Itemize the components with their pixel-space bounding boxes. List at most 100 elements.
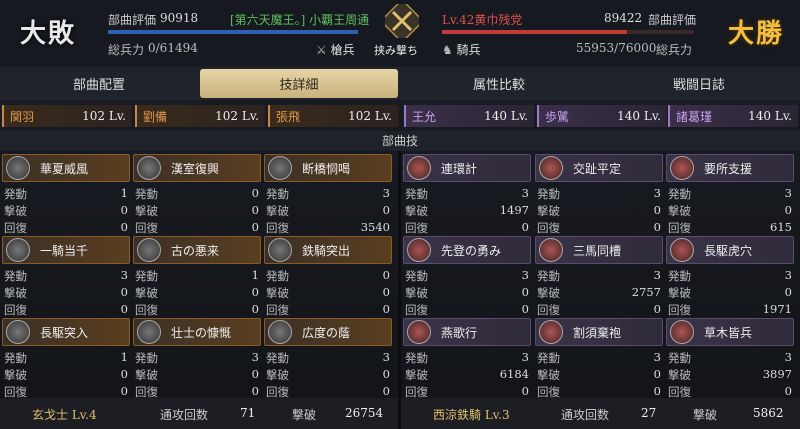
skill-card-left-1[interactable]: 華夏威風 発動 1 撃破 0 回復 0	[2, 154, 130, 235]
skill-title: 広度の蔭	[264, 318, 392, 346]
general-level: 102 Lv.	[348, 109, 392, 123]
stat-value: 0	[784, 285, 792, 299]
skill-icon	[407, 156, 431, 180]
general-card-right-1[interactable]: 王允 140 Lv.	[404, 105, 534, 127]
skill-name: 鉄騎突出	[302, 243, 351, 258]
general-card-right-3[interactable]: 諸葛瑾 140 Lv.	[668, 105, 798, 127]
side-divider	[398, 151, 401, 429]
skill-card-left-8[interactable]: 壮士の慷慨 発動 3 撃破 0 回復 0	[133, 318, 261, 399]
stat-label: 発動	[266, 269, 289, 283]
stat-kill-row: 撃破 0	[135, 367, 259, 383]
skill-icon	[407, 238, 431, 262]
stat-label: 撃破	[4, 204, 27, 218]
stat-value: 0	[382, 268, 390, 282]
skill-card-right-1[interactable]: 連環計 発動 3 撃破 1497 回復 0	[403, 154, 531, 235]
tab-unit-placement[interactable]: 部曲配置	[0, 69, 198, 98]
stat-label: 回復	[266, 303, 289, 317]
tab-skill-details[interactable]: 技詳細	[200, 69, 398, 98]
stat-label: 回復	[266, 221, 289, 235]
left-player-name: [第六天魔王。] 小覇王周通	[230, 13, 370, 27]
skill-name: 割須棄袍	[573, 325, 622, 340]
right-troop-bar	[442, 30, 628, 34]
right-footer-kills: 5862	[753, 406, 784, 420]
skill-name: 三馬同槽	[573, 243, 622, 258]
stat-activate-row: 発動 0	[135, 186, 259, 202]
stat-value: 1	[120, 186, 128, 200]
stat-label: 発動	[135, 351, 158, 365]
skill-title: 漢室復興	[133, 154, 261, 182]
stat-label: 撃破	[668, 368, 691, 382]
skill-icon	[137, 156, 161, 180]
stat-kill-row: 撃破 0	[405, 285, 529, 301]
general-card-left-2[interactable]: 劉備 102 Lv.	[135, 105, 265, 127]
left-unit-footer: 玄戈士 Lv.4 通攻回数 71 撃破 26754	[0, 398, 398, 429]
general-level: 140 Lv.	[748, 109, 792, 123]
skill-card-right-7[interactable]: 燕歌行 発動 3 撃破 6184 回復 0	[403, 318, 531, 399]
stat-value: 1	[251, 268, 259, 282]
stat-label: 発動	[405, 269, 428, 283]
skill-icon	[670, 320, 694, 344]
skill-icon	[539, 320, 563, 344]
skill-card-right-8[interactable]: 割須棄袍 発動 3 撃破 0 回復 0	[535, 318, 663, 399]
stat-value: 0	[382, 302, 390, 316]
stat-value: 3	[521, 350, 529, 364]
stat-activate-row: 発動 0	[266, 268, 390, 284]
general-card-left-1[interactable]: 関羽 102 Lv.	[2, 105, 132, 127]
stat-kill-row: 撃破 0	[135, 203, 259, 219]
skill-icon	[539, 238, 563, 262]
battle-report-screen: 大敗 部曲評価 90918 [第六天魔王。] 小覇王周通 総兵力 0/61494…	[0, 0, 800, 429]
left-troops-value: 0/61494	[148, 41, 198, 55]
left-unit-type-label: 槍兵	[330, 43, 355, 57]
general-card-right-2[interactable]: 歩騭 140 Lv.	[537, 105, 667, 127]
general-name: 劉備	[143, 109, 168, 124]
skill-icon	[407, 320, 431, 344]
stat-label: 撃破	[4, 286, 27, 300]
general-level: 102 Lv.	[215, 109, 259, 123]
stat-activate-row: 発動 1	[4, 186, 128, 202]
stat-value: 0	[521, 302, 529, 316]
skill-icon	[6, 156, 30, 180]
skill-card-left-5[interactable]: 古の悪来 発動 1 撃破 0 回復 0	[133, 236, 261, 317]
skill-card-right-3[interactable]: 要所支援 発動 3 撃破 0 回復 615	[666, 154, 794, 235]
stat-label: 撃破	[266, 368, 289, 382]
stat-label: 撃破	[405, 286, 428, 300]
tab-attribute-compare[interactable]: 属性比較	[400, 69, 598, 98]
skill-card-right-5[interactable]: 三馬同槽 発動 3 撃破 2757 回復 0	[535, 236, 663, 317]
skill-title: 草木皆兵	[666, 318, 794, 346]
stat-value: 2757	[631, 285, 661, 299]
skill-card-left-4[interactable]: 一騎当千 発動 3 撃破 0 回復 0	[2, 236, 130, 317]
skill-name: 連環計	[441, 161, 478, 176]
skill-card-left-9[interactable]: 広度の蔭 発動 3 撃破 0 回復 0	[264, 318, 392, 399]
stat-label: 回復	[537, 303, 560, 317]
stat-value: 0	[251, 285, 259, 299]
skill-card-left-2[interactable]: 漢室復興発動 0 撃破 0 回復 0	[133, 154, 261, 235]
general-card-left-3[interactable]: 張飛 102 Lv.	[268, 105, 398, 127]
right-enemy-name: Lv.42黄巾残党	[442, 13, 523, 27]
pincer-attack-label: 挟み撃ち	[374, 44, 418, 57]
crossed-swords-icon	[379, 0, 425, 44]
general-level: 102 Lv.	[82, 109, 126, 123]
skill-card-left-6[interactable]: 鉄騎突出発動 0 撃破 0 回復 0	[264, 236, 392, 317]
tab-battle-log[interactable]: 戦闘日誌	[600, 69, 798, 98]
stat-activate-row: 発動 3	[266, 350, 390, 366]
skill-card-right-6[interactable]: 長駆虎穴 発動 3 撃破 0 回復 1971	[666, 236, 794, 317]
skill-title: 先登の勇み	[403, 236, 531, 264]
stat-value: 1971	[762, 302, 792, 316]
skill-card-right-9[interactable]: 草木皆兵 発動 3 撃破 3897 回復 0	[666, 318, 794, 399]
skill-card-right-2[interactable]: 交趾平定 発動 3 撃破 0 回復 0	[535, 154, 663, 235]
skill-card-left-7[interactable]: 長駆突入 発動 1 撃破 0 回復 0	[2, 318, 130, 399]
stat-value: 0	[521, 285, 529, 299]
stat-value: 0	[251, 367, 259, 381]
skill-card-left-3[interactable]: 断橋恫喝 発動 3 撃破 0 回復 3540	[264, 154, 392, 235]
stat-label: 発動	[668, 269, 691, 283]
stat-label: 撃破	[266, 286, 289, 300]
stat-activate-row: 発動 3	[405, 350, 529, 366]
stat-heal-row: 回復 0	[537, 220, 661, 236]
general-name: 王允	[412, 109, 437, 124]
stat-value: 1	[120, 350, 128, 364]
stat-label: 撃破	[4, 368, 27, 382]
stat-heal-row: 回復 0	[135, 220, 259, 236]
stat-activate-row: 発動 3	[668, 350, 792, 366]
skill-card-right-4[interactable]: 先登の勇み 発動 3 撃破 0 回復 0	[403, 236, 531, 317]
right-troops-value: 55953/76000	[576, 41, 657, 55]
